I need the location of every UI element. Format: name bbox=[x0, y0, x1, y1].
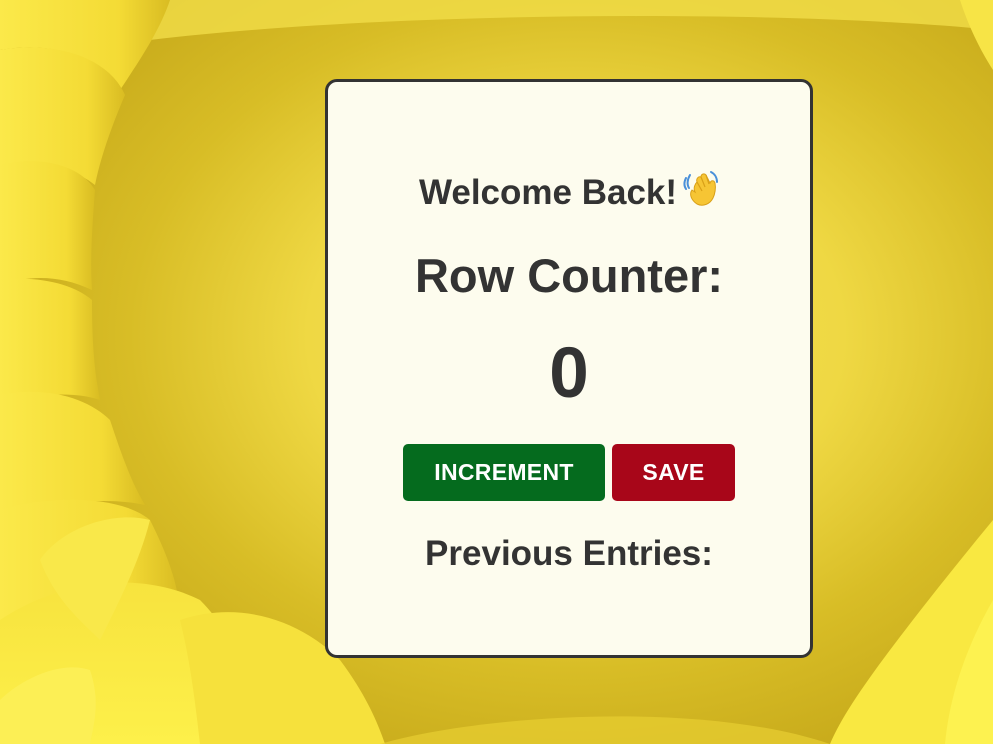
welcome-heading: Welcome Back! bbox=[328, 170, 810, 217]
save-button[interactable]: SAVE bbox=[612, 444, 735, 501]
waving-hand-icon bbox=[683, 170, 719, 217]
row-counter-label: Row Counter: bbox=[414, 249, 724, 302]
row-count-value: 0 bbox=[549, 334, 589, 413]
welcome-text: Welcome Back! bbox=[418, 173, 678, 212]
previous-entries-heading: Previous Entries: bbox=[425, 534, 713, 573]
row-counter-card: Welcome Back! Row Counter: 0 INCREMENT S… bbox=[325, 79, 813, 658]
increment-button[interactable]: INCREMENT bbox=[403, 444, 605, 501]
